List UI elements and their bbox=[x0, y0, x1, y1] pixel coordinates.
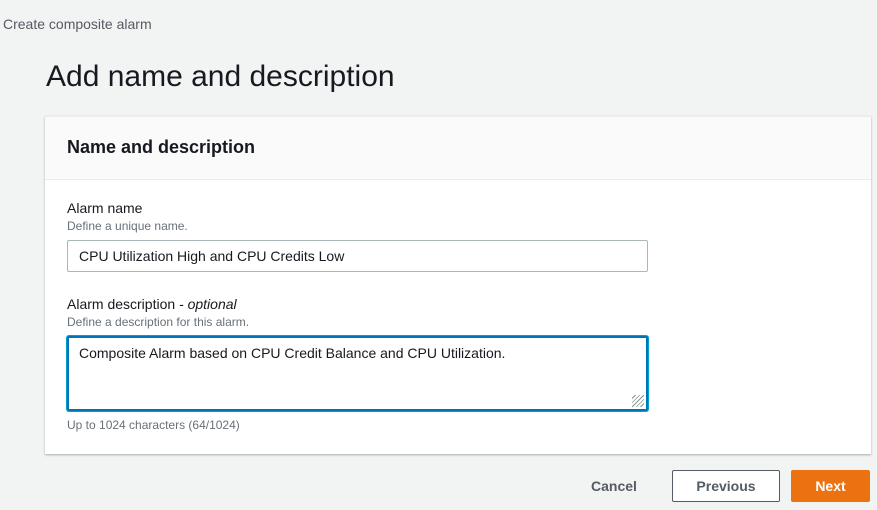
alarm-description-label: Alarm description bbox=[67, 296, 176, 312]
alarm-description-hint: Define a description for this alarm. bbox=[67, 315, 250, 329]
panel-title: Name and description bbox=[67, 137, 256, 157]
alarm-description-label-group: Alarm description - optional Define a de… bbox=[67, 296, 249, 329]
alarm-description-value: Composite Alarm based on CPU Credit Bala… bbox=[79, 345, 506, 361]
cancel-button[interactable]: Cancel bbox=[580, 470, 648, 502]
alarm-description-textarea[interactable]: Composite Alarm based on CPU Credit Bala… bbox=[67, 336, 648, 411]
breadcrumb[interactable]: Create composite alarm bbox=[3, 16, 152, 32]
page-title: Add name and description bbox=[46, 60, 395, 93]
optional-tag: - optional bbox=[179, 296, 237, 312]
previous-button[interactable]: Previous bbox=[672, 470, 780, 502]
character-count: Up to 1024 characters (64/1024) bbox=[67, 418, 240, 432]
alarm-name-input[interactable]: CPU Utilization High and CPU Credits Low bbox=[67, 240, 648, 272]
name-description-panel: Name and description Alarm name Define a… bbox=[45, 116, 871, 454]
alarm-name-label-group: Alarm name Define a unique name. bbox=[67, 200, 188, 233]
alarm-name-hint: Define a unique name. bbox=[67, 219, 188, 233]
next-button[interactable]: Next bbox=[791, 470, 870, 502]
alarm-name-label: Alarm name bbox=[67, 200, 143, 216]
resize-handle-icon[interactable] bbox=[632, 395, 644, 407]
panel-header: Name and description bbox=[45, 117, 871, 180]
